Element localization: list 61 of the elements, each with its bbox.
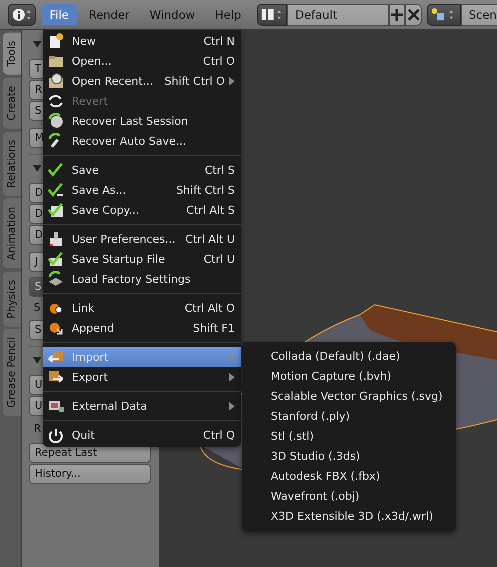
menu-item[interactable]: Motion Capture (.bvh) [242, 366, 456, 386]
menu-item[interactable]: File [42, 4, 77, 25]
check-icon [47, 182, 65, 198]
layout-name-field[interactable]: Default [287, 4, 389, 26]
expanded-triangle-icon[interactable] [33, 356, 42, 365]
folder-icon [47, 53, 65, 69]
append-icon [47, 320, 65, 336]
section-label: S [33, 301, 41, 316]
preferences-icon [47, 231, 65, 247]
external-data-icon [47, 398, 65, 414]
menu-item[interactable]: Load Factory Settings [43, 269, 241, 289]
import-icon [47, 349, 65, 365]
load-arrow-icon [47, 271, 65, 287]
menu-item[interactable]: Quit Ctrl Q [43, 425, 241, 445]
menu-item[interactable]: User Preferences... Ctrl Alt U [43, 229, 241, 249]
info-icon [12, 8, 32, 22]
menu-item[interactable]: Render [80, 4, 138, 25]
menu-item[interactable]: Recover Last Session [43, 111, 241, 131]
expanded-triangle-icon[interactable] [33, 164, 42, 173]
layout-selector-button[interactable] [257, 4, 288, 26]
menu-item[interactable]: Link Ctrl Alt O [43, 298, 241, 318]
sidebar-tab[interactable]: Tools [3, 33, 21, 75]
menu-item[interactable]: Stl (.stl) [242, 426, 456, 446]
refresh-icon [47, 93, 65, 109]
menu-item[interactable]: Open... Ctrl O [43, 51, 241, 71]
menu-item[interactable]: X3D Extensible 3D (.x3d/.wrl) [242, 506, 456, 526]
folder-clock-icon [47, 73, 65, 89]
menu-item[interactable]: Open Recent... Shift Ctrl O [43, 71, 241, 91]
menu-item[interactable]: Scalable Vector Graphics (.svg) [242, 386, 456, 406]
clock-arrow-icon [47, 113, 65, 129]
power-icon [47, 427, 65, 443]
tool-button[interactable]: History... [29, 464, 151, 484]
menu-item[interactable]: Collada (Default) (.dae) [242, 346, 456, 366]
menu-item[interactable]: Save As... Shift Ctrl S [43, 180, 241, 200]
new-file-icon [47, 33, 65, 49]
menu-item[interactable]: Stanford (.ply) [242, 406, 456, 426]
expanded-triangle-icon[interactable] [33, 40, 42, 48]
menu-item[interactable]: New Ctrl N [43, 31, 241, 51]
layout-icon [261, 8, 284, 22]
menu-item[interactable]: External Data [43, 396, 241, 416]
menu-item[interactable]: Save Ctrl S [43, 160, 241, 180]
add-button[interactable] [388, 4, 406, 26]
menu-item[interactable]: Recover Auto Save... [43, 131, 241, 151]
close-button[interactable] [405, 4, 422, 26]
menu-item[interactable]: Autodesk FBX (.fbx) [242, 466, 456, 486]
section-label: R [33, 422, 42, 437]
info-menu-button[interactable] [8, 4, 36, 26]
menu-item[interactable]: Window [142, 4, 204, 25]
menu-item[interactable]: Wavefront (.obj) [242, 486, 456, 506]
check-icon [47, 162, 65, 178]
menu-item[interactable]: Save Startup File Ctrl U [43, 249, 241, 269]
export-icon [47, 369, 65, 385]
check-document-icon [47, 202, 65, 218]
check-document-icon [47, 251, 65, 267]
menu-item[interactable]: Export [43, 367, 241, 387]
scene-name-field[interactable]: Scen [460, 4, 497, 26]
scene-selector-button[interactable] [426, 4, 461, 26]
menu-item[interactable]: Append Shift F1 [43, 318, 241, 338]
menu-item[interactable]: Help [207, 4, 250, 25]
menu-item[interactable]: Save Copy... Ctrl Alt S [43, 200, 241, 220]
menu-item[interactable]: 3D Studio (.3ds) [242, 446, 456, 466]
